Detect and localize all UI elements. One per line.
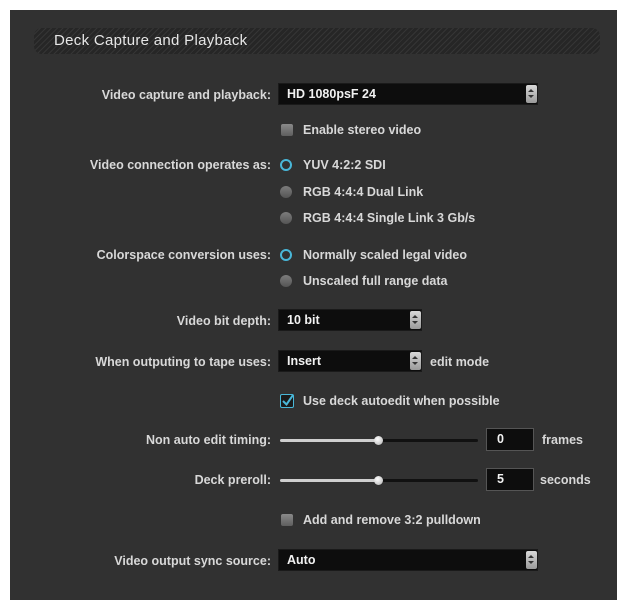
bit-depth-label: Video bit depth: [176,314,271,328]
non-auto-timing-slider-thumb[interactable] [374,436,383,445]
deck-preroll-input[interactable]: 5 [486,468,534,491]
pulldown-label: Add and remove 3:2 pulldown [303,513,481,527]
colorspace-option-legal: Normally scaled legal video [303,248,467,262]
sync-source-label: Video output sync source: [114,554,271,568]
connection-radio-dual-link[interactable] [280,186,292,198]
stereo-label: Enable stereo video [303,123,422,137]
section-title: Deck Capture and Playback [54,32,248,49]
chevron-updown-icon [526,85,537,103]
deck-preroll-slider-thumb[interactable] [374,476,383,485]
deck-preroll-value: 5 [497,472,504,486]
connection-label: Video connection operates as: [89,158,271,172]
tape-mode-value: Insert [287,354,322,368]
deck-preroll-slider-track[interactable] [280,479,380,482]
connection-option-single-link: RGB 4:4:4 Single Link 3 Gb/s [303,211,476,225]
chevron-updown-icon [410,352,421,370]
connection-radio-single-link[interactable] [280,212,292,224]
tape-mode-dropdown[interactable]: Insert [278,350,422,372]
bit-depth-value: 10 bit [287,313,320,327]
non-auto-timing-value: 0 [497,432,504,446]
non-auto-timing-label: Non auto edit timing: [146,433,271,447]
checkmark-icon [282,394,294,407]
connection-option-dual-link: RGB 4:4:4 Dual Link [303,185,424,199]
section-header: Deck Capture and Playback [34,28,600,54]
deck-preroll-slider-track-rest[interactable] [380,479,478,482]
autoedit-label: Use deck autoedit when possible [303,394,500,408]
connection-option-yuv: YUV 4:2:2 SDI [303,158,386,172]
deck-preroll-label: Deck preroll: [194,473,271,487]
video-capture-dropdown[interactable]: HD 1080psF 24 [278,83,538,105]
tape-label: When outputing to tape uses: [95,355,271,369]
colorspace-radio-legal[interactable] [280,249,292,261]
video-capture-label: Video capture and playback: [101,88,271,102]
connection-radio-yuv[interactable] [280,159,292,171]
chevron-updown-icon [526,551,537,569]
stereo-checkbox[interactable] [281,124,293,136]
non-auto-timing-input[interactable]: 0 [486,428,534,451]
frames-unit-label: frames [542,433,583,447]
chevron-updown-icon [410,311,421,329]
bit-depth-dropdown[interactable]: 10 bit [278,309,422,331]
colorspace-radio-full-range[interactable] [280,275,292,287]
sync-source-dropdown[interactable]: Auto [278,549,538,571]
seconds-unit-label: seconds [540,473,591,487]
sync-source-value: Auto [287,553,316,567]
colorspace-label: Colorspace conversion uses: [96,248,271,262]
edit-mode-suffix: edit mode [430,355,490,369]
non-auto-timing-slider-track[interactable] [280,439,380,442]
non-auto-timing-slider-track-rest[interactable] [380,439,478,442]
video-capture-value: HD 1080psF 24 [287,87,376,101]
autoedit-checkbox[interactable] [280,394,294,408]
pulldown-checkbox[interactable] [281,514,293,526]
colorspace-option-full-range: Unscaled full range data [303,274,448,288]
